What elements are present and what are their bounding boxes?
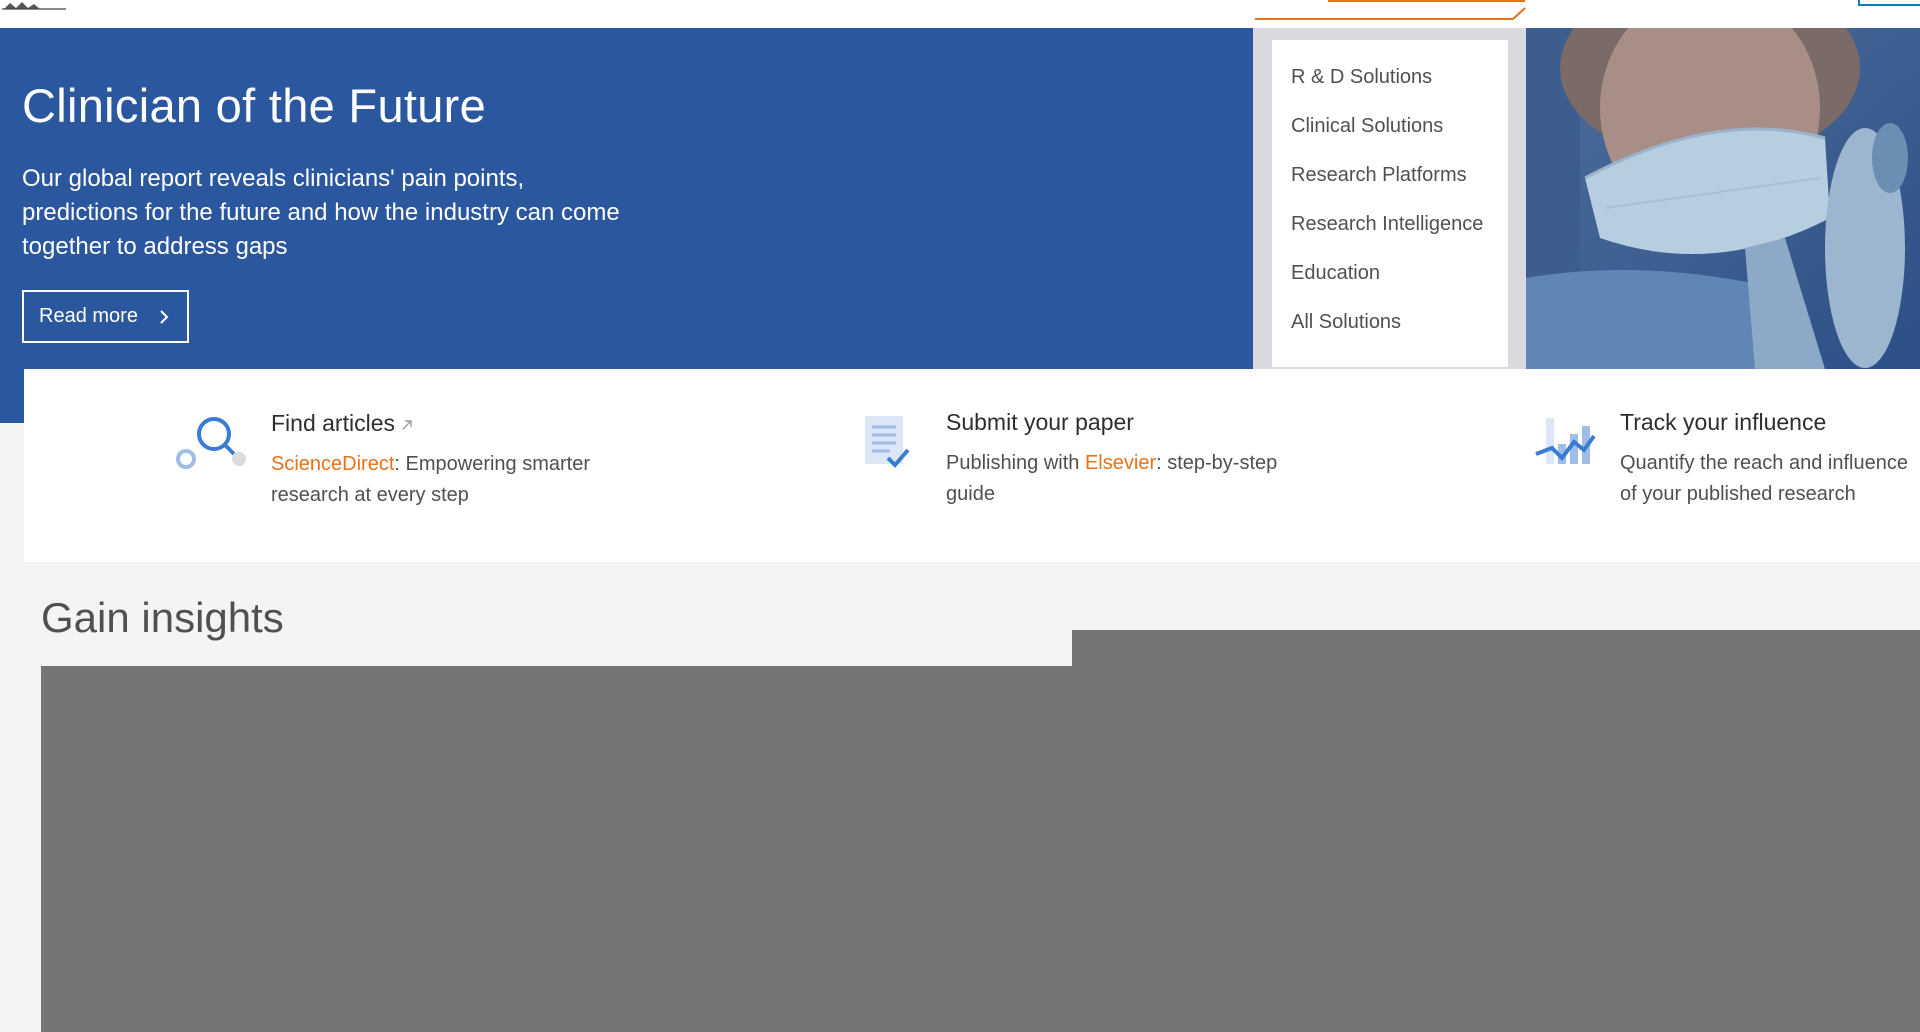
menu-item-research-platforms[interactable]: Research Platforms	[1291, 162, 1483, 211]
document-check-icon	[865, 416, 910, 468]
insights-media-placeholder-left	[41, 666, 1072, 1032]
track-influence-title[interactable]: Track your influence	[1620, 409, 1826, 436]
menu-item-clinical-solutions[interactable]: Clinical Solutions	[1291, 113, 1483, 162]
hero-banner: Clinician of the Future Our global repor…	[0, 28, 1254, 369]
external-link-icon	[402, 420, 412, 430]
read-more-label: Read more	[39, 305, 138, 327]
top-navigation-bar	[0, 0, 1920, 28]
logo-icon[interactable]	[0, 0, 70, 10]
submit-paper-prefix: Publishing with	[946, 452, 1085, 474]
find-articles-description: ScienceDirect: Empowering smarter resear…	[271, 449, 631, 511]
hero-title: Clinician of the Future	[22, 79, 487, 132]
hero-edge	[0, 369, 24, 423]
chevron-right-icon	[160, 309, 169, 324]
insights-media-placeholder-right	[1072, 630, 1920, 1032]
header-button-edge[interactable]	[1858, 0, 1920, 6]
chart-trend-icon	[1535, 418, 1596, 464]
hero-clinician-image	[1525, 28, 1920, 369]
solutions-nav-underline	[1255, 0, 1526, 20]
magnifier-icon	[176, 417, 246, 469]
read-more-button[interactable]: Read more	[22, 290, 189, 343]
find-articles-title[interactable]: Find articles	[271, 410, 413, 437]
hero-description: Our global report reveals clinicians' pa…	[22, 165, 620, 260]
sciencedirect-link[interactable]: ScienceDirect	[271, 453, 394, 475]
solutions-dropdown-menu: R & D Solutions Clinical Solutions Resea…	[1272, 40, 1508, 367]
find-articles-title-text: Find articles	[271, 410, 395, 436]
menu-item-research-intelligence[interactable]: Research Intelligence	[1291, 211, 1483, 260]
menu-item-education[interactable]: Education	[1291, 260, 1483, 309]
quick-links-strip: Find articles ScienceDirect: Empowering …	[24, 369, 1920, 562]
gain-insights-heading: Gain insights	[41, 594, 284, 641]
track-influence-description: Quantify the reach and influence of your…	[1620, 452, 1908, 505]
menu-item-all-solutions[interactable]: All Solutions	[1291, 309, 1483, 358]
submit-paper-title[interactable]: Submit your paper	[946, 409, 1134, 436]
solutions-menu-list: R & D Solutions Clinical Solutions Resea…	[1291, 64, 1483, 358]
menu-item-rd-solutions[interactable]: R & D Solutions	[1291, 64, 1483, 113]
submit-paper-description: Publishing with Elsevier: step-by-step g…	[946, 448, 1286, 510]
elsevier-link[interactable]: Elsevier	[1085, 452, 1156, 474]
